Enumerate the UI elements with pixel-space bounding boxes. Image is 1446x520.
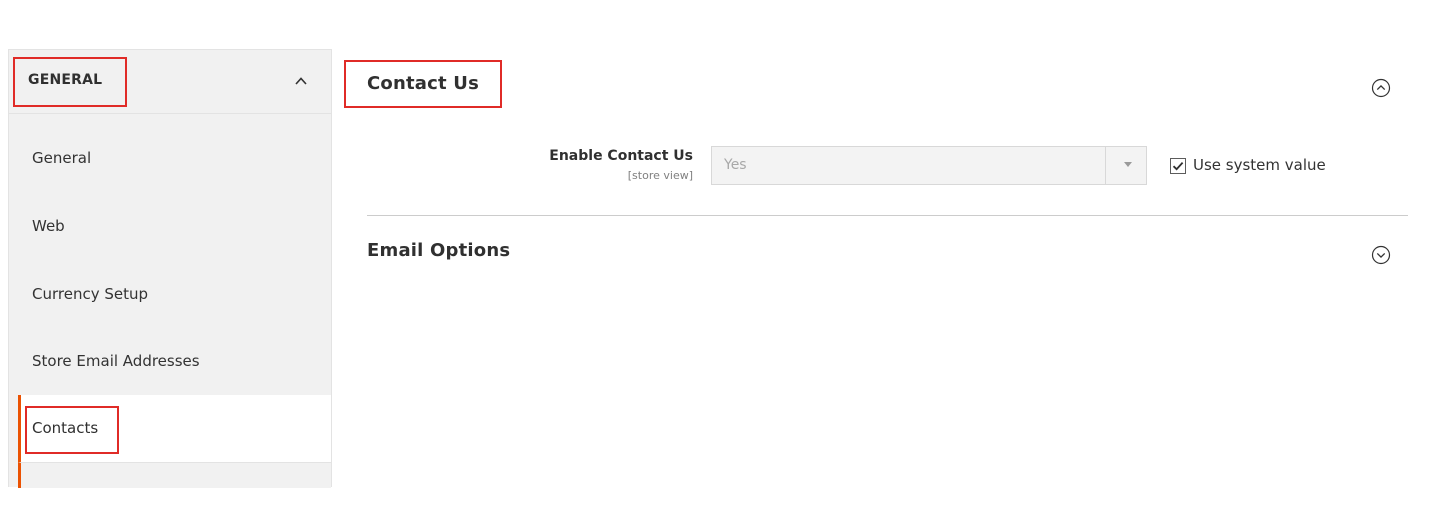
- sidebar-next-item: [18, 462, 331, 488]
- dropdown-arrow-icon: [1124, 162, 1132, 167]
- highlight-box-contacts: [25, 406, 119, 454]
- highlight-box-contact-us: [344, 60, 502, 108]
- sidebar-item-label: Currency Setup: [32, 285, 149, 303]
- enable-contact-us-select[interactable]: Yes: [711, 146, 1147, 185]
- section-divider: [367, 215, 1408, 216]
- checkmark-icon: [1172, 161, 1184, 171]
- expand-circle-icon[interactable]: [1371, 245, 1391, 265]
- sidebar-item-store-email-addresses[interactable]: Store Email Addresses: [9, 328, 331, 395]
- highlight-box-general: [13, 57, 127, 107]
- sidebar-section-general[interactable]: GENERAL: [9, 50, 331, 114]
- field-scope: [store view]: [627, 169, 693, 182]
- select-divider: [1105, 147, 1106, 184]
- collapse-circle-icon[interactable]: [1371, 78, 1391, 98]
- sidebar-item-web[interactable]: Web: [9, 193, 331, 260]
- select-value: Yes: [724, 157, 747, 173]
- sidebar-item-label: General: [32, 149, 92, 167]
- chevron-up-icon[interactable]: [294, 74, 308, 88]
- section-title-email-options[interactable]: Email Options: [367, 240, 510, 261]
- use-system-value-checkbox[interactable]: [1170, 158, 1186, 174]
- use-system-value-label[interactable]: Use system value: [1193, 156, 1326, 174]
- sidebar-item-contacts[interactable]: Contacts: [18, 395, 331, 462]
- sidebar-item-general[interactable]: General: [9, 125, 331, 192]
- config-sidebar: GENERAL General Web Currency Setup Store…: [8, 49, 332, 488]
- field-label-enable-contact-us: Enable Contact Us: [549, 148, 693, 164]
- sidebar-item-currency-setup[interactable]: Currency Setup: [9, 261, 331, 328]
- sidebar-item-label: Web: [32, 217, 65, 235]
- sidebar-item-label: Store Email Addresses: [32, 352, 200, 370]
